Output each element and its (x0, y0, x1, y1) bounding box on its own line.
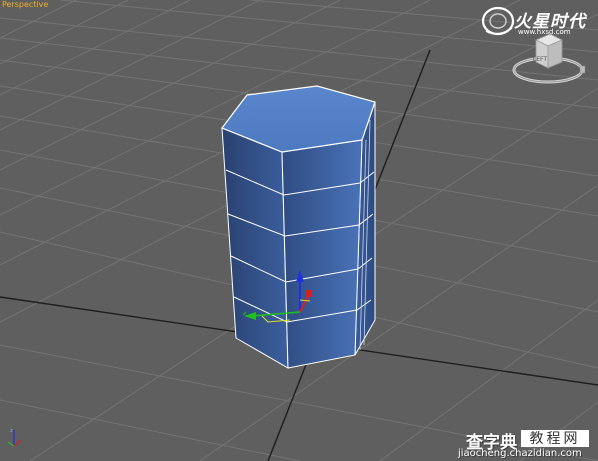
watermark: 查字典 教程网 jiaocheng.chazidian.com (458, 428, 598, 461)
prism-face-front[interactable] (281, 139, 363, 369)
svg-text:z: z (10, 428, 13, 434)
world-axis-icon: z (7, 428, 22, 447)
viewport-scene[interactable]: z (0, 0, 598, 461)
hexagonal-prism[interactable] (221, 85, 376, 369)
watermark-subtitle: 教程网 (529, 431, 581, 447)
viewport-label[interactable]: Perspective (2, 0, 48, 9)
viewcube-face-label[interactable]: LEFT (530, 56, 550, 63)
watermark-url: jiaocheng.chazidian.com (458, 448, 582, 459)
perspective-viewport[interactable]: z Perspective 火星时代 www.hxsd.com LEFT 查字典… (0, 0, 598, 461)
prism-face-left[interactable] (221, 127, 289, 369)
